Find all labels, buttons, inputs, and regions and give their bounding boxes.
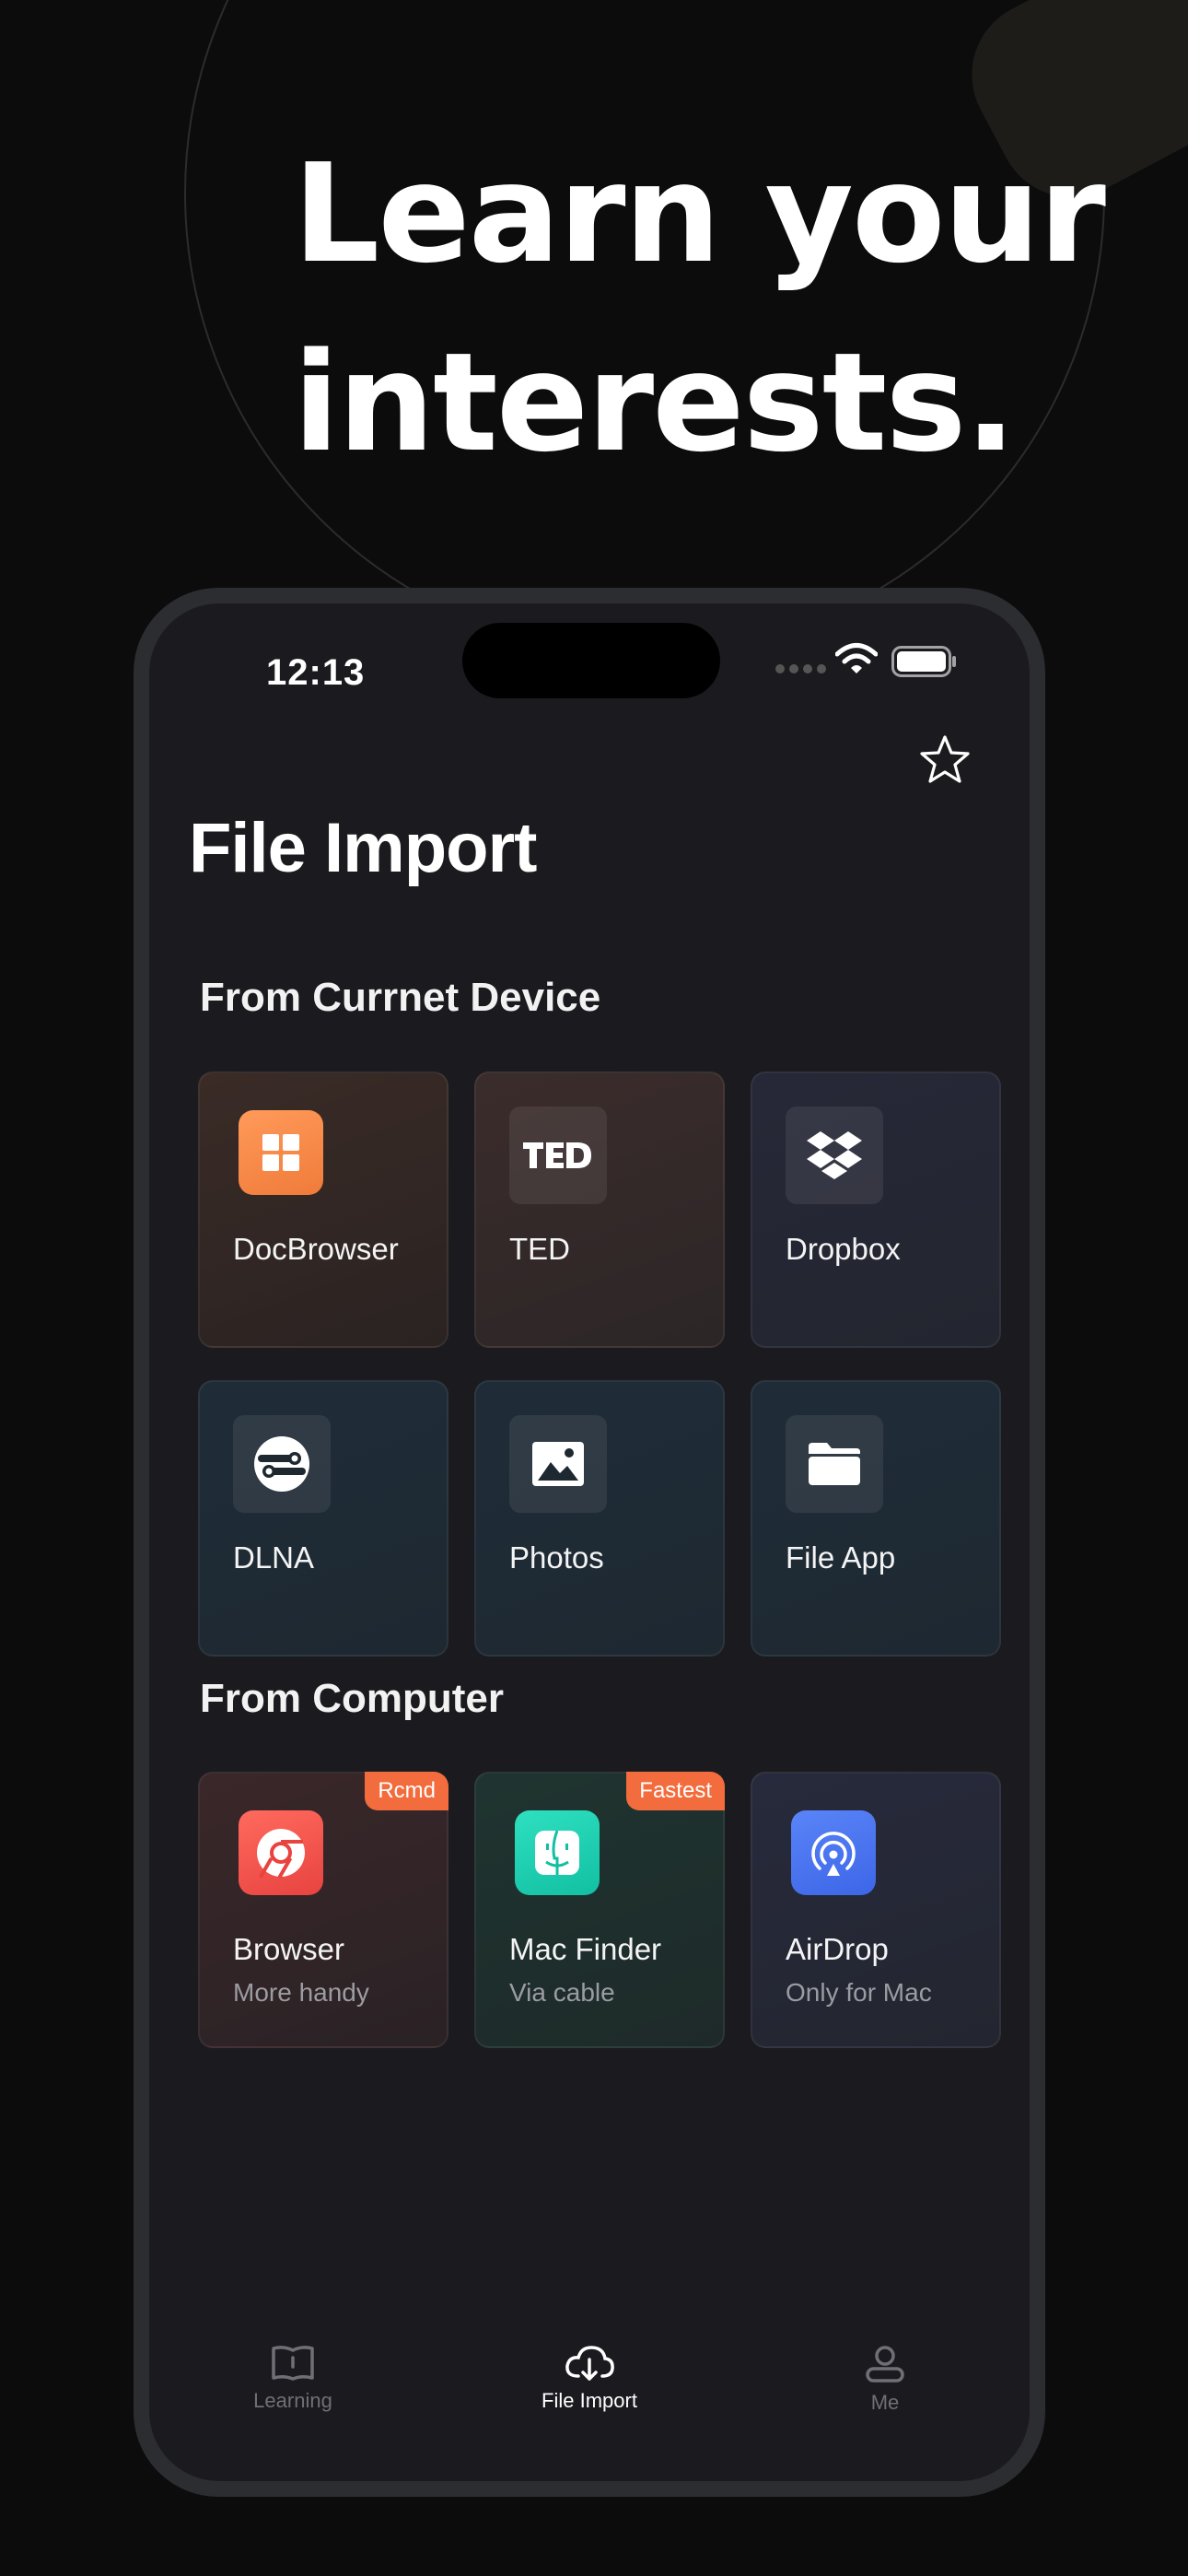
app-screen: 12:13 File Import From Currnet Device Do… [149,603,1030,2481]
card-subtitle: Only for Mac [786,1978,932,2007]
source-card-browser[interactable]: Rcmd Browser More handy [198,1772,448,2048]
card-label: File App [786,1540,896,1575]
tab-me[interactable]: Me [793,2345,977,2415]
card-label: Browser [233,1932,345,1966]
section-title-current-device: From Currnet Device [200,975,601,1020]
recommended-badge: Rcmd [365,1772,448,1810]
card-label: TED [509,1232,570,1266]
source-card-dropbox[interactable]: Dropbox [751,1071,1001,1348]
card-subtitle: Via cable [509,1978,615,2007]
page-title: File Import [189,809,537,887]
fastest-badge: Fastest [626,1772,725,1810]
source-card-mac-finder[interactable]: Fastest Mac Finder Via cable [474,1772,725,2048]
battery-icon [891,646,956,677]
card-label: Mac Finder [509,1932,662,1966]
source-card-photos[interactable]: Photos [474,1380,725,1657]
grid-icon [239,1110,323,1195]
person-icon [866,2346,904,2383]
source-card-dlna[interactable]: DLNA [198,1380,448,1657]
finder-icon [515,1810,600,1895]
tab-file-import[interactable]: File Import [497,2345,681,2413]
photo-icon [509,1415,607,1513]
dropbox-icon [786,1107,883,1204]
card-subtitle: More handy [233,1978,369,2007]
card-label: Dropbox [786,1232,901,1266]
tab-label: Me [870,2391,900,2414]
phone-frame: 12:13 File Import From Currnet Device Do… [134,588,1045,2497]
tab-bar: Learning File Import Me [149,2345,1030,2446]
airdrop-icon [791,1810,876,1895]
tab-learning[interactable]: Learning [201,2345,385,2413]
headline-line-1: Learn your [293,135,1106,293]
tab-label: File Import [542,2389,637,2412]
headline-line-2: interests. [293,323,1017,482]
chrome-icon [239,1810,323,1895]
book-icon [272,2346,314,2381]
source-card-docbrowser[interactable]: DocBrowser [198,1071,448,1348]
source-card-airdrop[interactable]: AirDrop Only for Mac [751,1772,1001,2048]
card-label: AirDrop [786,1932,889,1966]
folder-icon [786,1415,883,1513]
dlna-icon [233,1415,331,1513]
card-label: DLNA [233,1540,315,1575]
cellular-signal-icon [775,664,826,673]
promo-headline: Learn your interests. [293,120,1106,498]
section-title-computer: From Computer [200,1676,504,1721]
dynamic-island [462,623,720,698]
card-label: DocBrowser [233,1232,399,1266]
ted-logo-icon [509,1107,607,1204]
star-outline-icon[interactable] [918,733,972,787]
source-card-file-app[interactable]: File App [751,1380,1001,1657]
status-time: 12:13 [266,652,366,693]
source-card-ted[interactable]: TED [474,1071,725,1348]
tab-label: Learning [253,2389,332,2412]
cloud-download-icon [565,2346,614,2381]
card-label: Photos [509,1540,604,1575]
wifi-icon [835,643,878,673]
